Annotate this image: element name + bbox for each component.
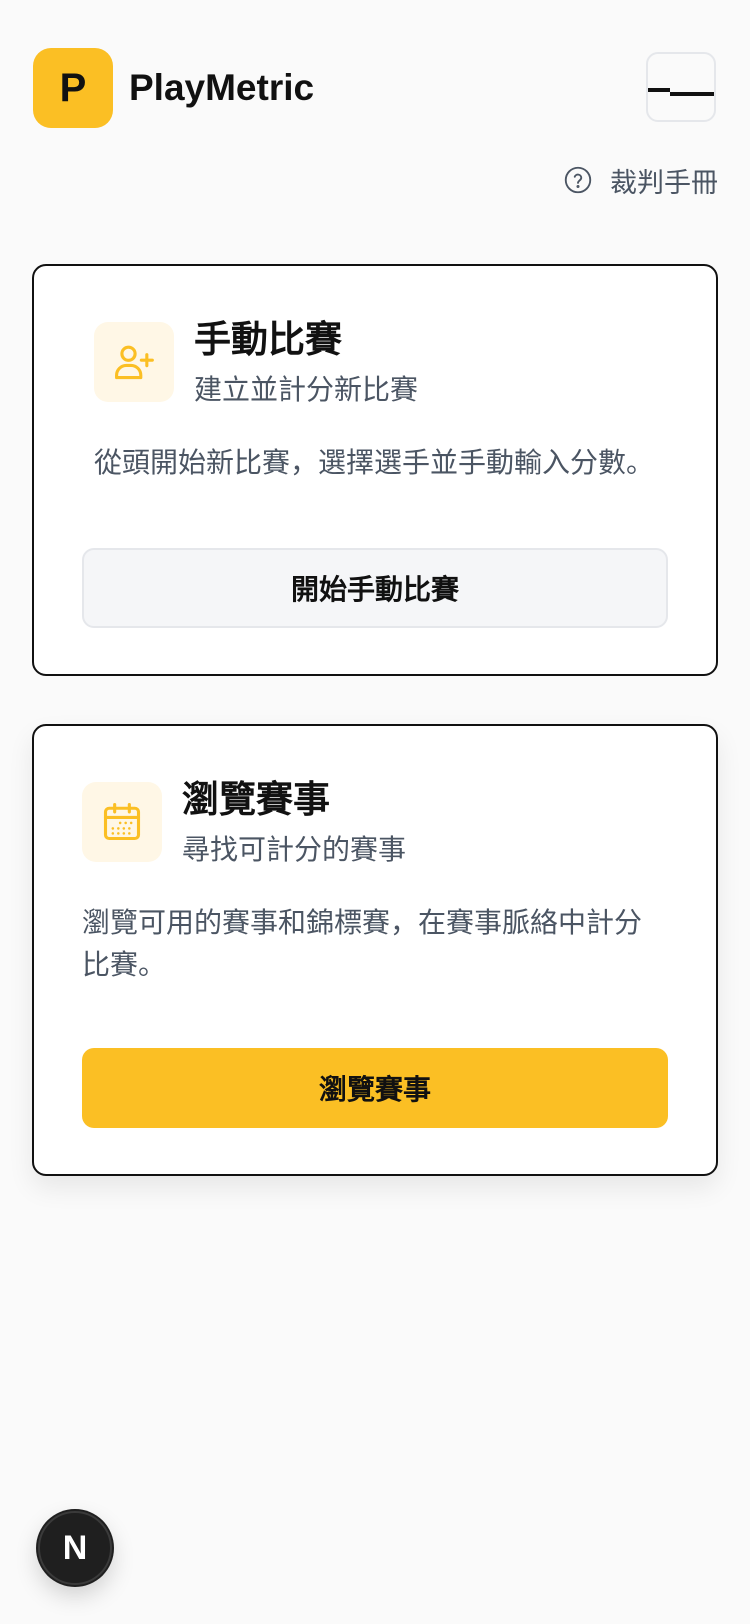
user-plus-icon (115, 345, 154, 380)
browse-events-icon-box (82, 782, 162, 862)
help-circle-icon (564, 166, 592, 194)
card-title: 手動比賽 (194, 318, 342, 361)
browse-events-button[interactable]: 瀏覽賽事 (82, 1048, 668, 1128)
nextjs-dev-badge[interactable]: N (38, 1511, 112, 1585)
menu-button[interactable] (646, 52, 716, 122)
card-subtitle: 尋找可計分的賽事 (182, 833, 407, 866)
badge-letter: N (62, 1528, 88, 1567)
card-title: 瀏覽賽事 (182, 778, 330, 821)
card-description: 從頭開始新比賽，選擇選手並手動輸入分數。 (94, 446, 655, 479)
calendar-icon (103, 803, 141, 841)
manual-match-icon-box (94, 322, 174, 402)
start-manual-match-button[interactable]: 開始手動比賽 (82, 548, 668, 628)
card-description: 瀏覽可用的賽事和錦標賽，在賽事脈絡中計分比賽。 (82, 906, 643, 981)
app-name[interactable]: PlayMetric (129, 64, 314, 112)
referee-manual-link[interactable]: 裁判手冊 (564, 160, 718, 200)
manual-match-card: 手動比賽 建立並計分新比賽 從頭開始新比賽，選擇選手並手動輸入分數。 開始手動比… (32, 264, 718, 676)
logo-letter: P (59, 65, 87, 110)
card-subtitle: 建立並計分新比賽 (194, 373, 419, 406)
help-label: 裁判手冊 (610, 167, 718, 199)
menu-icon (648, 88, 670, 92)
browse-events-card: 瀏覽賽事 尋找可計分的賽事 瀏覽可用的賽事和錦標賽，在賽事脈絡中計分比賽。 瀏覽… (32, 724, 718, 1176)
app-logo[interactable]: P (33, 48, 113, 128)
app-header: P PlayMetric (33, 48, 718, 128)
